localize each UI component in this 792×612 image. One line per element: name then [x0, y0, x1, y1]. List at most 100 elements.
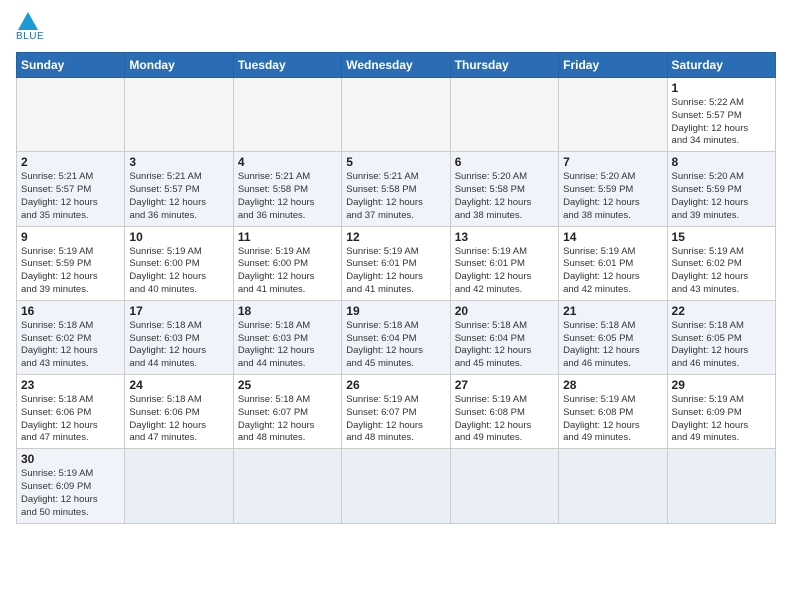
day-number: 29 [672, 378, 771, 392]
day-number: 21 [563, 304, 662, 318]
calendar-week-row: 2 Sunrise: 5:21 AM Sunset: 5:57 PM Daylig… [17, 152, 776, 226]
day-number: 27 [455, 378, 554, 392]
day-number: 26 [346, 378, 445, 392]
day-number: 16 [21, 304, 120, 318]
day-header-thursday: Thursday [450, 53, 558, 78]
day-number: 9 [21, 230, 120, 244]
calendar-day-cell: 3 Sunrise: 5:21 AM Sunset: 5:57 PM Daylig… [125, 152, 233, 226]
day-info: Sunrise: 5:19 AM Sunset: 6:01 PM Dayligh… [455, 246, 554, 297]
calendar-week-row: 16 Sunrise: 5:18 AM Sunset: 6:02 PM Dayli… [17, 300, 776, 374]
calendar-day-cell [125, 449, 233, 523]
calendar-day-cell: 12 Sunrise: 5:19 AM Sunset: 6:01 PM Dayli… [342, 226, 450, 300]
day-header-saturday: Saturday [667, 53, 775, 78]
day-info: Sunrise: 5:18 AM Sunset: 6:02 PM Dayligh… [21, 320, 120, 371]
calendar-day-cell: 1 Sunrise: 5:22 AM Sunset: 5:57 PM Daylig… [667, 78, 775, 152]
logo-text [16, 16, 38, 30]
day-info: Sunrise: 5:22 AM Sunset: 5:57 PM Dayligh… [672, 97, 771, 148]
day-info: Sunrise: 5:18 AM Sunset: 6:06 PM Dayligh… [129, 394, 228, 445]
calendar-day-cell [667, 449, 775, 523]
day-info: Sunrise: 5:18 AM Sunset: 6:04 PM Dayligh… [346, 320, 445, 371]
calendar-table: SundayMondayTuesdayWednesdayThursdayFrid… [16, 52, 776, 524]
calendar-day-cell: 29 Sunrise: 5:19 AM Sunset: 6:09 PM Dayli… [667, 375, 775, 449]
calendar-day-cell: 9Sunrise: 5:19 AM Sunset: 5:59 PM Daylig… [17, 226, 125, 300]
calendar-day-cell: 22 Sunrise: 5:18 AM Sunset: 6:05 PM Dayli… [667, 300, 775, 374]
day-info: Sunrise: 5:18 AM Sunset: 6:06 PM Dayligh… [21, 394, 120, 445]
calendar-day-cell [342, 449, 450, 523]
day-number: 1 [672, 81, 771, 95]
day-header-sunday: Sunday [17, 53, 125, 78]
calendar-day-cell: 30 Sunrise: 5:19 AM Sunset: 6:09 PM Dayli… [17, 449, 125, 523]
day-number: 2 [21, 155, 120, 169]
day-info: Sunrise: 5:19 AM Sunset: 6:07 PM Dayligh… [346, 394, 445, 445]
day-header-wednesday: Wednesday [342, 53, 450, 78]
calendar-day-cell [559, 449, 667, 523]
calendar-day-cell: 21 Sunrise: 5:18 AM Sunset: 6:05 PM Dayli… [559, 300, 667, 374]
calendar-day-cell: 19Sunrise: 5:18 AM Sunset: 6:04 PM Dayli… [342, 300, 450, 374]
calendar-day-cell: 2Sunrise: 5:21 AM Sunset: 5:57 PM Daylig… [17, 152, 125, 226]
calendar-header-row: SundayMondayTuesdayWednesdayThursdayFrid… [17, 53, 776, 78]
page: BLUE SundayMondayTuesdayWednesdayThursda… [0, 0, 792, 532]
day-info: Sunrise: 5:19 AM Sunset: 6:08 PM Dayligh… [455, 394, 554, 445]
calendar-day-cell: 27 Sunrise: 5:19 AM Sunset: 6:08 PM Dayli… [450, 375, 558, 449]
day-header-tuesday: Tuesday [233, 53, 341, 78]
calendar-day-cell: 7Sunrise: 5:20 AM Sunset: 5:59 PM Daylig… [559, 152, 667, 226]
day-info: Sunrise: 5:19 AM Sunset: 6:09 PM Dayligh… [672, 394, 771, 445]
calendar-day-cell: 8Sunrise: 5:20 AM Sunset: 5:59 PM Daylig… [667, 152, 775, 226]
calendar-day-cell: 23Sunrise: 5:18 AM Sunset: 6:06 PM Dayli… [17, 375, 125, 449]
calendar-day-cell: 10 Sunrise: 5:19 AM Sunset: 6:00 PM Dayli… [125, 226, 233, 300]
day-info: Sunrise: 5:19 AM Sunset: 6:00 PM Dayligh… [238, 246, 337, 297]
day-number: 10 [129, 230, 228, 244]
day-number: 4 [238, 155, 337, 169]
day-number: 18 [238, 304, 337, 318]
day-number: 15 [672, 230, 771, 244]
day-number: 13 [455, 230, 554, 244]
calendar-day-cell: 13 Sunrise: 5:19 AM Sunset: 6:01 PM Dayli… [450, 226, 558, 300]
day-number: 5 [346, 155, 445, 169]
day-number: 7 [563, 155, 662, 169]
day-info: Sunrise: 5:18 AM Sunset: 6:03 PM Dayligh… [238, 320, 337, 371]
calendar-day-cell [450, 78, 558, 152]
day-info: Sunrise: 5:19 AM Sunset: 6:01 PM Dayligh… [563, 246, 662, 297]
calendar-day-cell [342, 78, 450, 152]
day-number: 8 [672, 155, 771, 169]
calendar-day-cell [450, 449, 558, 523]
calendar-day-cell: 28 Sunrise: 5:19 AM Sunset: 6:08 PM Dayli… [559, 375, 667, 449]
day-info: Sunrise: 5:18 AM Sunset: 6:05 PM Dayligh… [672, 320, 771, 371]
day-number: 22 [672, 304, 771, 318]
calendar-day-cell: 26 Sunrise: 5:19 AM Sunset: 6:07 PM Dayli… [342, 375, 450, 449]
day-number: 30 [21, 452, 120, 466]
calendar-week-row: 1 Sunrise: 5:22 AM Sunset: 5:57 PM Daylig… [17, 78, 776, 152]
calendar-day-cell: 20 Sunrise: 5:18 AM Sunset: 6:04 PM Dayli… [450, 300, 558, 374]
logo-triangle-icon [18, 12, 38, 30]
day-number: 28 [563, 378, 662, 392]
day-info: Sunrise: 5:19 AM Sunset: 6:00 PM Dayligh… [129, 246, 228, 297]
logo: BLUE [16, 16, 44, 42]
day-number: 25 [238, 378, 337, 392]
calendar-day-cell [559, 78, 667, 152]
day-info: Sunrise: 5:19 AM Sunset: 6:01 PM Dayligh… [346, 246, 445, 297]
calendar-week-row: 30 Sunrise: 5:19 AM Sunset: 6:09 PM Dayli… [17, 449, 776, 523]
calendar-day-cell [17, 78, 125, 152]
day-number: 17 [129, 304, 228, 318]
day-info: Sunrise: 5:19 AM Sunset: 6:08 PM Dayligh… [563, 394, 662, 445]
day-number: 6 [455, 155, 554, 169]
day-info: Sunrise: 5:18 AM Sunset: 6:03 PM Dayligh… [129, 320, 228, 371]
logo-subtitle: BLUE [16, 31, 44, 42]
day-info: Sunrise: 5:21 AM Sunset: 5:58 PM Dayligh… [238, 171, 337, 222]
day-number: 20 [455, 304, 554, 318]
calendar-day-cell: 24Sunrise: 5:18 AM Sunset: 6:06 PM Dayli… [125, 375, 233, 449]
calendar-day-cell: 16 Sunrise: 5:18 AM Sunset: 6:02 PM Dayli… [17, 300, 125, 374]
calendar-day-cell: 14 Sunrise: 5:19 AM Sunset: 6:01 PM Dayli… [559, 226, 667, 300]
day-info: Sunrise: 5:18 AM Sunset: 6:04 PM Dayligh… [455, 320, 554, 371]
day-number: 14 [563, 230, 662, 244]
calendar-day-cell [233, 78, 341, 152]
day-info: Sunrise: 5:20 AM Sunset: 5:58 PM Dayligh… [455, 171, 554, 222]
day-info: Sunrise: 5:21 AM Sunset: 5:57 PM Dayligh… [129, 171, 228, 222]
calendar-day-cell: 5Sunrise: 5:21 AM Sunset: 5:58 PM Daylig… [342, 152, 450, 226]
day-header-friday: Friday [559, 53, 667, 78]
day-number: 3 [129, 155, 228, 169]
day-info: Sunrise: 5:19 AM Sunset: 6:09 PM Dayligh… [21, 468, 120, 519]
calendar-day-cell [125, 78, 233, 152]
day-number: 12 [346, 230, 445, 244]
day-info: Sunrise: 5:18 AM Sunset: 6:05 PM Dayligh… [563, 320, 662, 371]
